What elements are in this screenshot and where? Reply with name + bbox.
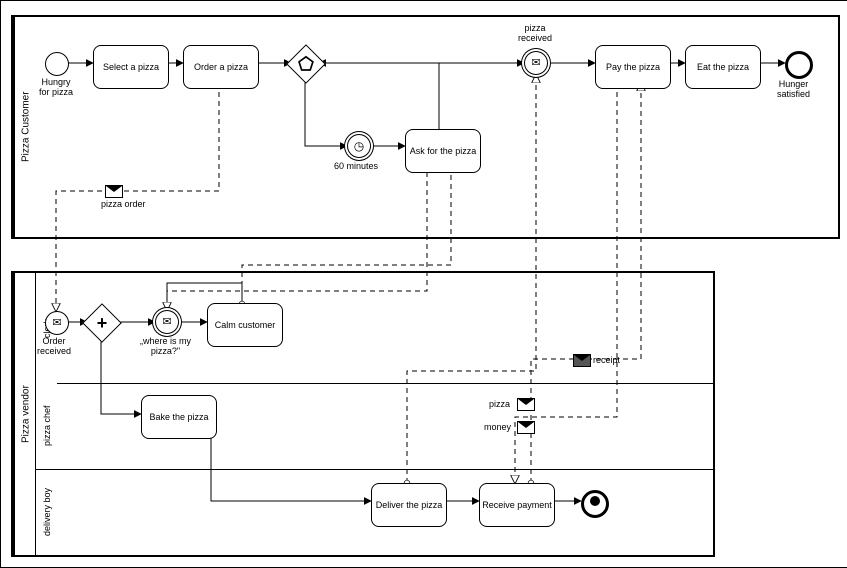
clock-icon: ◷: [354, 139, 364, 153]
start-event-label: Hungry for pizza: [39, 77, 73, 97]
event-pizza-received[interactable]: ✉: [525, 52, 547, 74]
lane-delivery: delivery boy: [35, 469, 58, 556]
envelope-icon: ✉: [52, 318, 61, 329]
plus-icon: +: [89, 310, 115, 336]
task-calm-customer[interactable]: Calm customer: [207, 303, 283, 347]
end-event-satisfied[interactable]: [785, 51, 813, 79]
task-receive-payment[interactable]: Receive payment: [479, 483, 555, 527]
event-order-received-label: Order received: [37, 336, 71, 356]
end-event-label: Hunger satisfied: [777, 79, 810, 99]
msg-pizza-order: pizza order: [101, 199, 146, 209]
envelope-icon: [105, 185, 123, 198]
end-event-vendor[interactable]: [581, 490, 609, 518]
task-select-pizza[interactable]: Select a pizza: [93, 45, 169, 89]
terminate-icon: [590, 496, 600, 506]
task-deliver-pizza[interactable]: Deliver the pizza: [371, 483, 447, 527]
task-bake-pizza[interactable]: Bake the pizza: [141, 395, 217, 439]
pentagon-icon: ⬠: [293, 51, 319, 77]
task-ask-pizza[interactable]: Ask for the pizza: [405, 129, 481, 173]
bpmn-diagram: Pizza Customer Pizza vendor clerk pizza …: [0, 0, 847, 568]
pool-vendor-label: Pizza vendor: [13, 273, 37, 555]
envelope-icon: [517, 398, 535, 411]
pool-vendor[interactable]: Pizza vendor clerk pizza chef delivery b…: [11, 271, 715, 557]
task-pay-pizza[interactable]: Pay the pizza: [595, 45, 671, 89]
envelope-icon: [573, 354, 591, 367]
event-where-is-pizza[interactable]: ✉: [156, 311, 178, 333]
event-timer-label: 60 minutes: [334, 161, 378, 171]
task-eat-pizza[interactable]: Eat the pizza: [685, 45, 761, 89]
event-where-is-pizza-label: „where is my pizza?": [140, 336, 191, 356]
event-order-received[interactable]: ✉: [45, 311, 69, 335]
msg-money: money: [484, 422, 511, 432]
envelope-icon: ✉: [162, 317, 171, 328]
envelope-icon: [517, 421, 535, 434]
event-pizza-received-label: pizza received: [518, 23, 552, 43]
envelope-icon: ✉: [531, 58, 540, 69]
event-timer-60[interactable]: ◷: [348, 135, 370, 157]
start-event-hungry[interactable]: [45, 52, 69, 76]
pool-customer-label: Pizza Customer: [13, 17, 37, 237]
msg-pizza: pizza: [489, 399, 510, 409]
task-order-pizza[interactable]: Order a pizza: [183, 45, 259, 89]
lane-chef: pizza chef: [35, 383, 58, 470]
msg-receipt: receipt: [593, 355, 620, 365]
